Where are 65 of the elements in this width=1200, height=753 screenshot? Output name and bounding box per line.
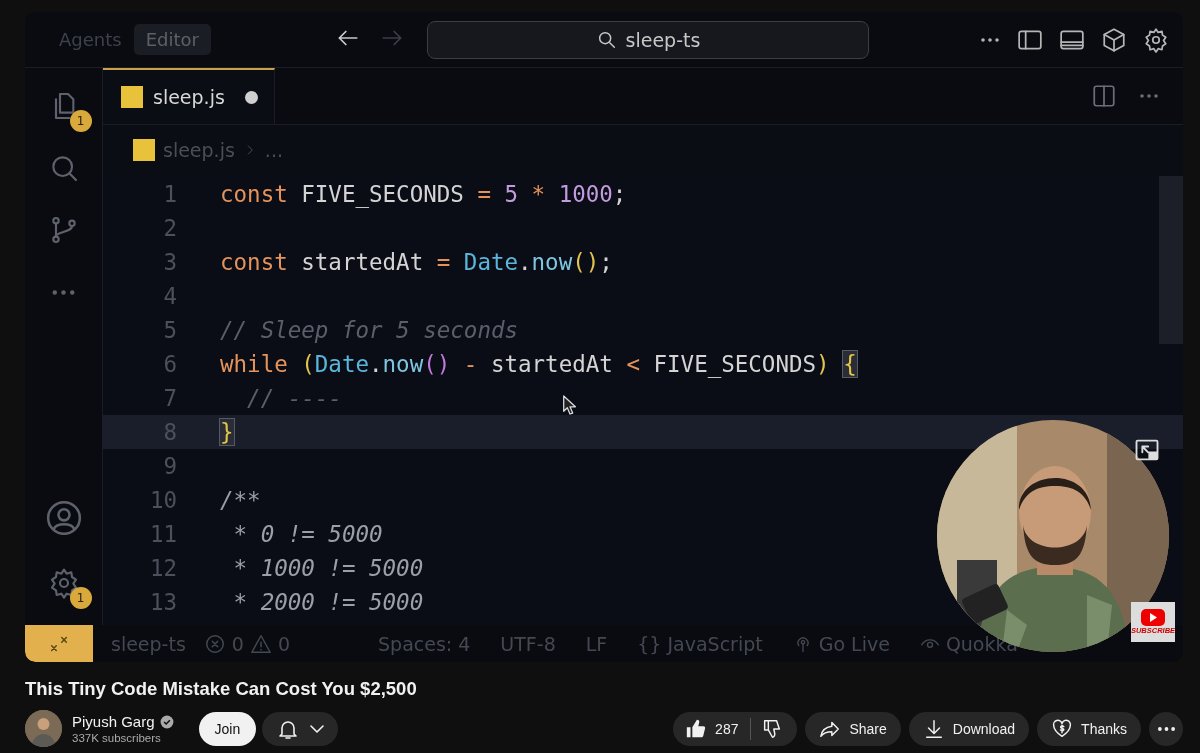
file-tab[interactable]: sleep.js <box>103 68 275 124</box>
settings-icon[interactable] <box>1143 26 1169 53</box>
status-item[interactable]: JavaScript <box>667 632 763 655</box>
more-icon <box>1157 726 1175 731</box>
chevron-down-icon <box>310 724 325 733</box>
remote-indicator[interactable] <box>25 625 93 662</box>
share-button[interactable]: Share <box>805 711 901 746</box>
line-number: 4 <box>162 283 177 309</box>
code-line: // Sleep for 5 seconds <box>220 317 518 343</box>
download-button[interactable]: Download <box>908 711 1030 746</box>
status-item[interactable]: LF <box>585 632 608 655</box>
code-line: const startedAt = Date.now(); <box>220 249 613 275</box>
line-number: 5 <box>162 317 177 343</box>
thanks-button[interactable]: Thanks <box>1037 711 1141 746</box>
notification-badge: 1 <box>69 110 92 132</box>
line-number: 10 <box>148 487 177 513</box>
account-icon[interactable] <box>44 499 83 537</box>
status-item[interactable]: Go Live <box>818 632 890 655</box>
video-title: This Tiny Code Mistake Can Cost You $2,500 <box>25 678 418 700</box>
braces-glyph: {} <box>637 632 662 655</box>
breadcrumb-item[interactable]: ... <box>264 139 283 161</box>
code-line: // ---- <box>246 385 342 411</box>
mode-tab[interactable]: Editor <box>133 24 211 55</box>
error-icon <box>203 632 226 655</box>
mouse-pointer-icon <box>561 393 579 417</box>
heart-dollar-icon <box>1051 717 1074 740</box>
code-line: while (Date.now() - startedAt < FIVE_SECONDS) { <box>220 351 857 377</box>
line-number: 13 <box>148 589 177 615</box>
code-line: * 0 != 5000 <box>232 521 383 547</box>
status-item[interactable]: Spaces: 4 <box>378 632 471 655</box>
more-icon[interactable] <box>979 37 1001 42</box>
join-button[interactable]: Join <box>198 711 257 746</box>
more-actions-button[interactable] <box>1149 711 1183 746</box>
video-player[interactable] <box>25 12 1183 662</box>
line-number: 12 <box>148 555 177 581</box>
line-number: 7 <box>162 385 177 411</box>
line-number: 2 <box>162 215 177 241</box>
channel-avatar[interactable] <box>25 710 62 747</box>
status-item[interactable]: UTF-8 <box>500 632 556 655</box>
line-number: 1 <box>162 181 177 207</box>
error-count: 0 <box>231 632 244 655</box>
js-file-icon <box>121 86 143 108</box>
status-item[interactable]: sleep-ts <box>111 632 186 655</box>
breadcrumb-item[interactable]: sleep.js <box>163 139 235 161</box>
line-number: 11 <box>148 521 177 547</box>
notification-badge: 1 <box>69 587 92 609</box>
channel-name[interactable]: Piyush Garg <box>72 713 155 730</box>
split-editor-icon[interactable] <box>1091 83 1117 109</box>
warning-count: 0 <box>277 632 290 655</box>
notifications-button[interactable] <box>262 711 339 746</box>
code-line: const FIVE_SECONDS = 5 * 1000; <box>220 181 627 207</box>
line-number: 3 <box>162 249 177 275</box>
line-number: 6 <box>162 351 177 377</box>
code-line: /** <box>220 487 261 513</box>
code-line: * 2000 != 5000 <box>232 589 424 615</box>
line-number: 9 <box>162 453 177 479</box>
js-file-icon <box>133 139 155 161</box>
search-field[interactable]: sleep-ts <box>426 20 869 59</box>
subscriber-count: 337K subscribers <box>72 732 162 744</box>
cube-icon[interactable] <box>1101 26 1127 53</box>
warning-icon <box>249 632 272 655</box>
thumbs-up-icon <box>685 717 708 740</box>
scrollbar[interactable] <box>1159 176 1183 344</box>
code-line: * 1000 != 5000 <box>232 555 424 581</box>
mode-tab[interactable]: Agents <box>47 24 134 55</box>
